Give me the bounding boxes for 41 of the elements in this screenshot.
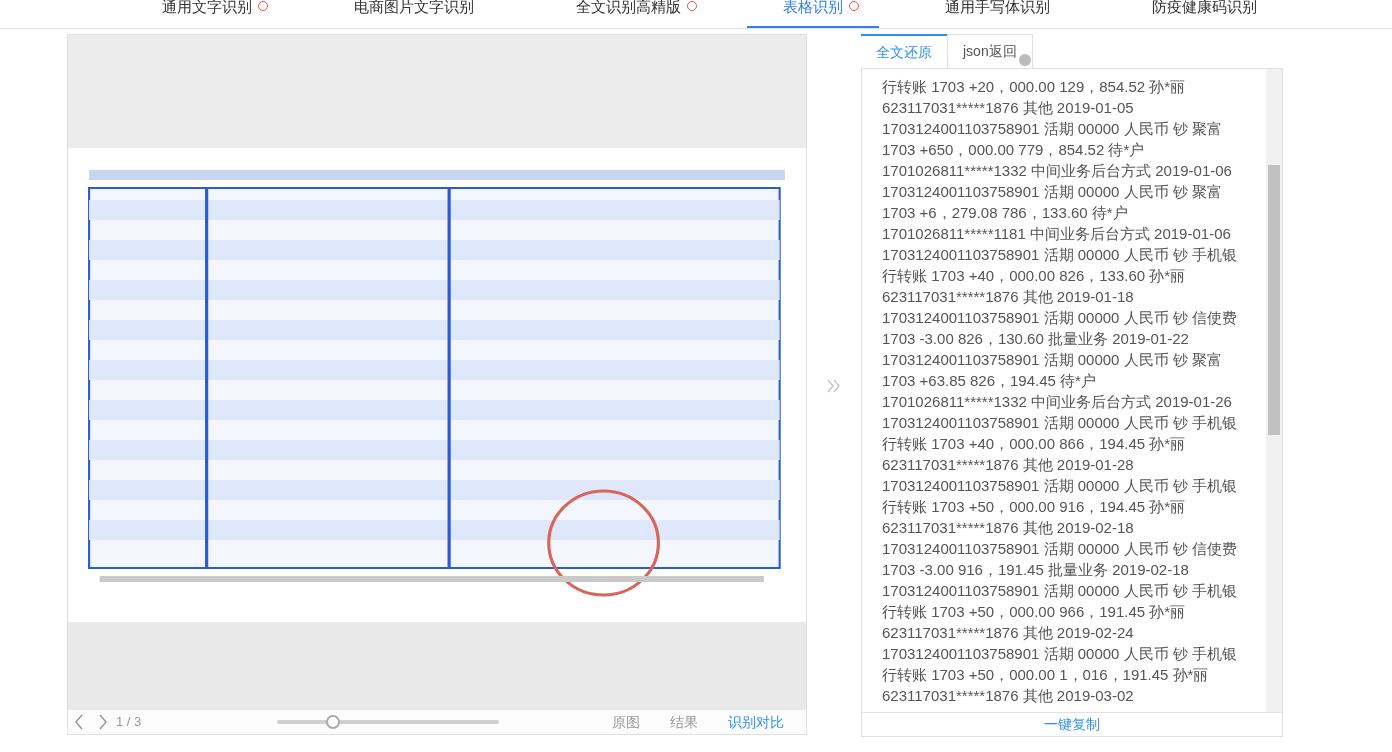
nav-tab[interactable]: 防疫健康码识别 bbox=[1116, 0, 1293, 28]
result-text-line: 1703 +6，279.08 786，133.60 待*户 bbox=[882, 203, 1129, 223]
result-text-line: 623117031*****1876 其他 2019-02-24 bbox=[882, 623, 1135, 643]
result-text-line: 1703 +650，000.00 779，854.52 待*户 bbox=[882, 140, 1146, 160]
result-text-line: 行转账 1703 +50，000.00 1，016，191.45 孙*丽 bbox=[882, 665, 1210, 685]
result-text-line: 1703124001103758901 活期 00000 人民币 钞 聚富 bbox=[882, 119, 1223, 139]
result-text-line: 1703124001103758901 活期 00000 人民币 钞 手机银 bbox=[882, 413, 1238, 433]
page-counter: 1 / 3 bbox=[116, 713, 142, 732]
result-text-line: 1703 -3.00 826，130.60 批量业务 2019-01-22 bbox=[882, 329, 1190, 349]
nav-tab[interactable]: 全文识别高精版 bbox=[540, 0, 717, 28]
zoom-slider[interactable] bbox=[277, 715, 500, 729]
result-text-line: 1703124001103758901 活期 00000 人民币 钞 聚富 bbox=[882, 182, 1223, 202]
result-text-line: 1701026811*****1181 中间业务后台方式 2019-01-06 bbox=[882, 224, 1232, 244]
result-text-line: 1703124001103758901 活期 00000 人民币 钞 手机银 bbox=[882, 644, 1238, 664]
result-text-line: 1703124001103758901 活期 00000 人民币 钞 信使费 bbox=[882, 308, 1238, 328]
result-text-line: 1703124001103758901 活期 00000 人民币 钞 信使费 bbox=[882, 539, 1238, 559]
result-text-line: 1703 +63.85 826，194.45 待*户 bbox=[882, 371, 1097, 391]
nav-tab[interactable]: 通用文字识别 bbox=[126, 0, 288, 28]
result-text-line: 623117031*****1876 其他 2019-01-05 bbox=[882, 98, 1135, 118]
result-text-line: 行转账 1703 +50，000.00 916，194.45 孙*丽 bbox=[882, 497, 1187, 517]
result-tab[interactable]: json返回 bbox=[947, 34, 1033, 68]
chevron-right-icon bbox=[827, 378, 841, 393]
result-text-line: 1703124001103758901 活期 00000 人民币 钞 聚富 bbox=[882, 350, 1223, 370]
result-text-line: 1701026811*****1332 中间业务后台方式 2019-01-06 bbox=[882, 161, 1233, 181]
result-text-line: 行转账 1703 +40，000.00 866，194.45 孙*丽 bbox=[882, 434, 1187, 454]
result-text-line: 1703124001103758901 活期 00000 人民币 钞 手机银 bbox=[882, 476, 1238, 496]
result-text-line: 623117031*****1876 其他 2019-01-18 bbox=[882, 287, 1135, 307]
result-text-line: 1701026811*****1332 中间业务后台方式 2019-01-26 bbox=[882, 392, 1233, 412]
nav-tab[interactable]: 表格识别 bbox=[747, 0, 879, 28]
scrollbar[interactable] bbox=[1266, 69, 1282, 712]
result-text-line: 623117031*****1876 其他 2019-03-02 bbox=[882, 686, 1135, 706]
result-text-line: 1703124001103758901 活期 00000 人民币 钞 手机银 bbox=[882, 581, 1238, 601]
result-text-line: 行转账 1703 +50，000.00 966，191.45 孙*丽 bbox=[882, 602, 1187, 622]
result-text-line: 623117031*****1876 其他 2019-01-28 bbox=[882, 455, 1135, 475]
result-text-line: 1703124001103758901 活期 00000 人民币 钞 手机银 bbox=[882, 245, 1238, 265]
nav-tab[interactable]: 通用手写体识别 bbox=[909, 0, 1086, 28]
result-text-line: 1703 -3.00 916，191.45 批量业务 2019-02-18 bbox=[882, 560, 1190, 580]
result-text-line: 623117031*****1876 其他 2019-02-18 bbox=[882, 518, 1135, 538]
result-text-line: 行转账 1703 +40，000.00 826，133.60 孙*丽 bbox=[882, 266, 1187, 286]
nav-tab[interactable]: 电商图片文字识别 bbox=[318, 0, 510, 28]
result-text-line: 行转账 1703 +20，000.00 129，854.52 孙*丽 bbox=[882, 77, 1187, 97]
